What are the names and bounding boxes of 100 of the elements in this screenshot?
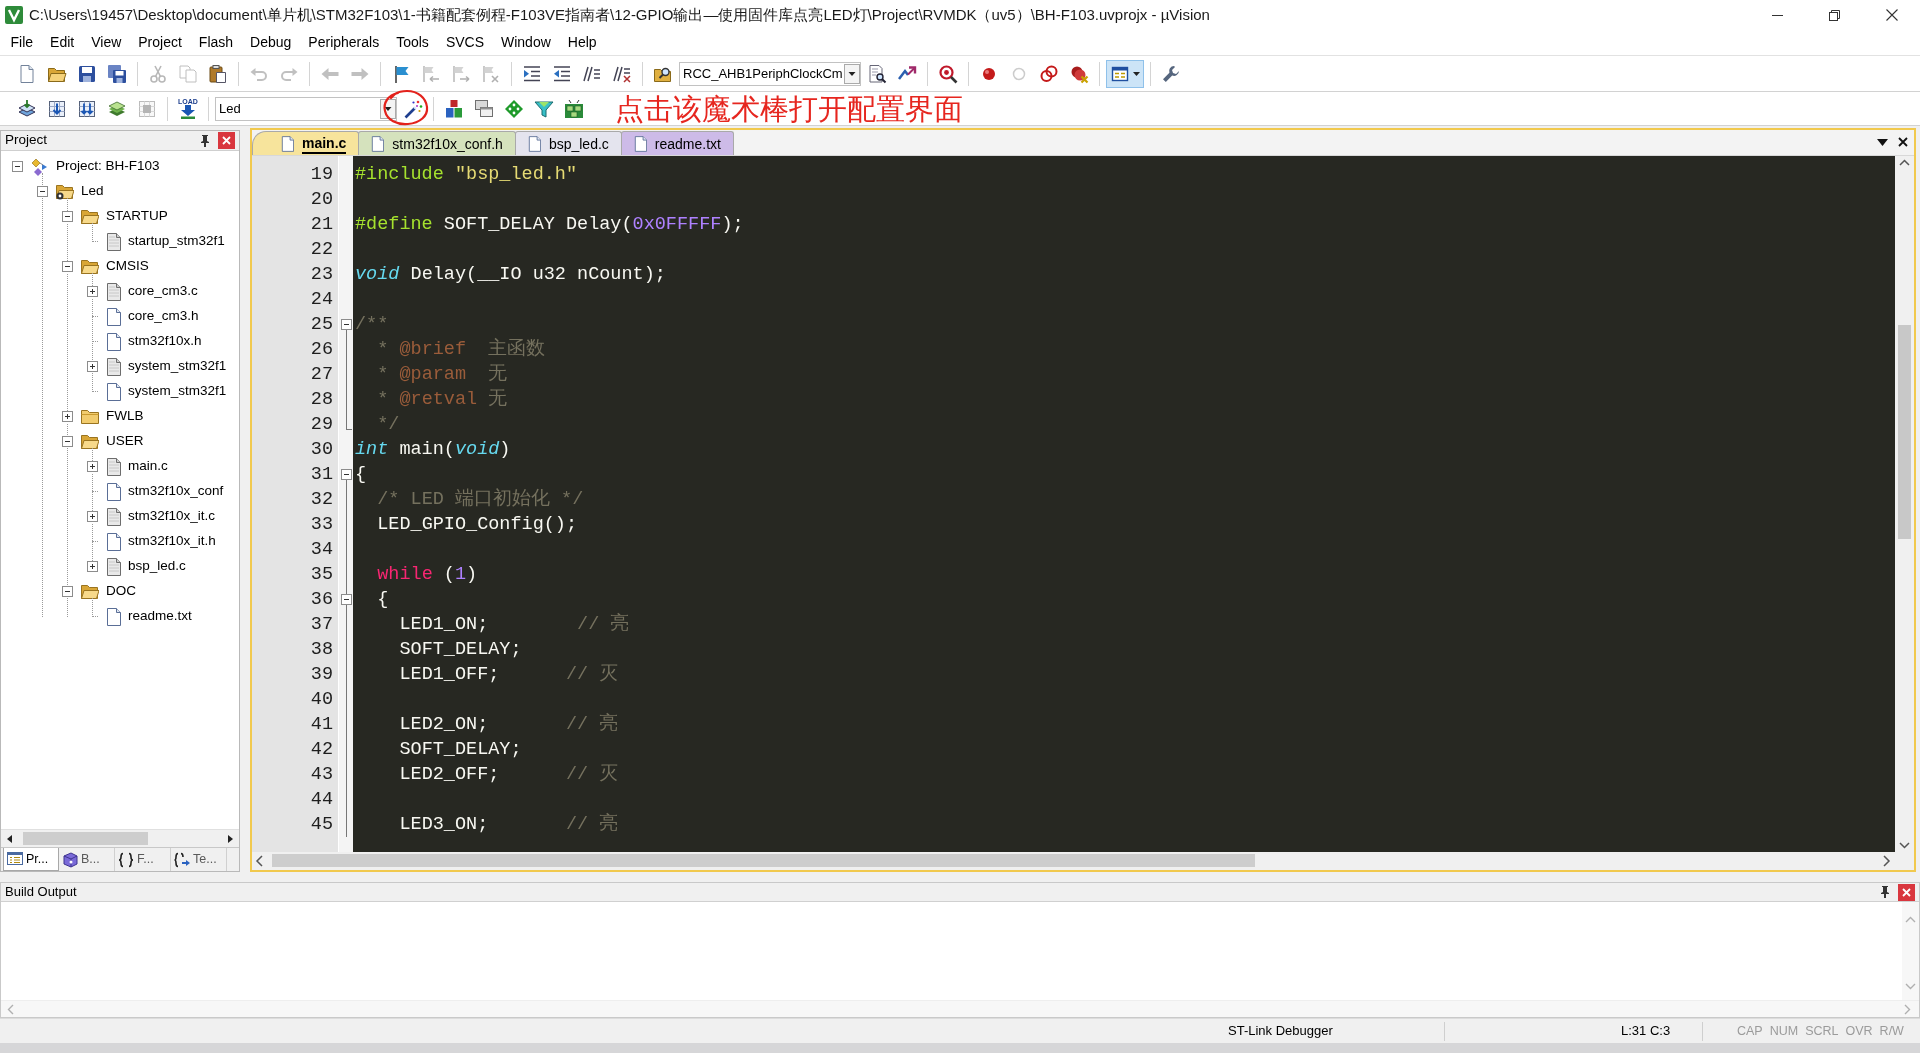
- floppy-disks-icon: [107, 63, 127, 84]
- panel-tab[interactable]: Pr...: [3, 848, 59, 871]
- file-icon: [106, 382, 121, 401]
- tree-item[interactable]: STARTUP: [106, 208, 168, 225]
- file-icon: [371, 135, 385, 152]
- code-line: /**: [355, 313, 389, 337]
- tree-item[interactable]: FWLB: [106, 408, 144, 425]
- tree-item[interactable]: Led: [81, 183, 104, 200]
- folder-icon: [81, 407, 99, 426]
- minimize-icon: [1772, 14, 1783, 16]
- editor-tab[interactable]: bsp_led.c: [514, 131, 622, 155]
- tree-item[interactable]: Project: BH-F103: [56, 158, 160, 175]
- menu-item[interactable]: Flash: [190, 33, 242, 52]
- scrollbar[interactable]: [1895, 156, 1914, 852]
- scrollbar-thumb[interactable]: [1898, 325, 1911, 539]
- panel-tab[interactable]: Te...: [171, 848, 227, 871]
- tree-item[interactable]: CMSIS: [106, 258, 149, 275]
- file-icon: [106, 282, 121, 301]
- menu-item[interactable]: Debug: [241, 33, 300, 52]
- tree-item[interactable]: core_cm3.h: [128, 308, 199, 325]
- minus-box-icon[interactable]: [341, 319, 352, 330]
- code-line: LED3_ON; // 亮: [399, 812, 619, 837]
- minus-box-icon[interactable]: [61, 586, 73, 597]
- menu-item[interactable]: View: [82, 33, 130, 52]
- menu-item[interactable]: Window: [492, 33, 560, 52]
- line-number: 45: [309, 813, 334, 837]
- menu-item[interactable]: Project: [129, 33, 191, 52]
- menu-item[interactable]: SVCS: [437, 33, 493, 52]
- tree-item[interactable]: core_cm3.c: [128, 283, 198, 300]
- file-icon: [527, 135, 541, 152]
- close-button[interactable]: [218, 132, 235, 149]
- scrollbar[interactable]: [1, 829, 239, 847]
- diamond-icon: [504, 98, 524, 119]
- minus-box-icon[interactable]: [341, 469, 352, 480]
- code-line: * @retval 无: [377, 388, 508, 412]
- indent-icon: [522, 63, 542, 84]
- tree-item[interactable]: stm32f10x_it.c: [128, 508, 216, 525]
- code-line: /* LED 端口初始化 */: [377, 487, 584, 512]
- close-icon[interactable]: [1898, 137, 1908, 147]
- arrow-down-icon[interactable]: [1899, 842, 1910, 849]
- file-icon: [106, 232, 121, 251]
- menu-item[interactable]: File: [2, 33, 42, 52]
- pin-icon[interactable]: [200, 134, 210, 147]
- close-button[interactable]: [1898, 883, 1915, 901]
- plus-box-icon[interactable]: [86, 361, 98, 372]
- tree-item[interactable]: stm32f10x_it.h: [128, 533, 216, 550]
- windows-button[interactable]: [1106, 59, 1144, 88]
- tree-item[interactable]: DOC: [106, 583, 136, 600]
- line-number: 19: [309, 163, 334, 187]
- minus-box-icon[interactable]: [61, 261, 73, 272]
- annotation-text: 点击该魔术棒打开配置界面: [615, 92, 963, 125]
- tree-item[interactable]: stm32f10x.h: [128, 333, 202, 350]
- menu-item[interactable]: Tools: [387, 33, 438, 52]
- file-icon: [281, 135, 294, 152]
- tree-item[interactable]: main.c: [128, 458, 168, 475]
- scrollbar-thumb[interactable]: [272, 854, 1255, 867]
- line-number: 32: [309, 488, 334, 512]
- minus-box-icon[interactable]: [36, 186, 48, 197]
- plus-box-icon[interactable]: [86, 511, 98, 522]
- dropdown-arrow-icon[interactable]: [1877, 139, 1888, 146]
- caret-down-icon[interactable]: [844, 63, 860, 84]
- dropdown[interactable]: RCC_AHB1PeriphClockCm: [679, 61, 861, 86]
- file-icon: [106, 507, 121, 526]
- status-text: ST-Link Debugger: [1222, 1021, 1445, 1041]
- close-icon: [1902, 887, 1911, 897]
- minus-box-icon[interactable]: [341, 594, 352, 605]
- code-line: SOFT_DELAY;: [399, 638, 522, 662]
- minus-box-icon[interactable]: [11, 161, 23, 172]
- code-line: SOFT_DELAY;: [399, 738, 522, 762]
- menu-item[interactable]: Help: [559, 33, 606, 52]
- pin-icon[interactable]: [1880, 886, 1890, 898]
- menu-item[interactable]: Edit: [41, 33, 83, 52]
- editor-tab[interactable]: main.c: [252, 131, 360, 155]
- code-line: {: [377, 588, 389, 612]
- plus-box-icon[interactable]: [86, 561, 98, 572]
- arrow-up-icon[interactable]: [1899, 159, 1910, 166]
- plus-box-icon[interactable]: [61, 411, 73, 422]
- tree-item[interactable]: system_stm32f1: [128, 358, 227, 375]
- plus-box-icon[interactable]: [86, 286, 98, 297]
- line-number: 22: [309, 238, 334, 262]
- plus-box-icon[interactable]: [86, 461, 98, 472]
- panel-title: Project: [5, 132, 48, 149]
- file-icon: [106, 457, 121, 476]
- tree-item[interactable]: system_stm32f1: [128, 383, 227, 400]
- menu-item[interactable]: Peripherals: [299, 33, 388, 52]
- scrollbar-thumb[interactable]: [23, 832, 148, 845]
- code-line: * @param 无: [377, 363, 508, 387]
- editor-tab[interactable]: stm32f10x_conf.h: [358, 131, 516, 155]
- line-number: 43: [309, 763, 334, 787]
- file-icon: [633, 135, 647, 152]
- tree-item[interactable]: stm32f10x_conf: [128, 483, 224, 500]
- minus-box-icon[interactable]: [61, 436, 73, 447]
- editor-tab[interactable]: readme.txt: [620, 131, 734, 155]
- tree-item[interactable]: readme.txt: [128, 608, 192, 625]
- tree-item[interactable]: USER: [106, 433, 144, 450]
- tree-item[interactable]: bsp_led.c: [128, 558, 186, 575]
- tree-item[interactable]: startup_stm32f1: [128, 233, 225, 250]
- minus-box-icon[interactable]: [61, 211, 73, 222]
- braces-arrow-icon: [174, 851, 190, 868]
- dropdown[interactable]: Led: [215, 96, 397, 121]
